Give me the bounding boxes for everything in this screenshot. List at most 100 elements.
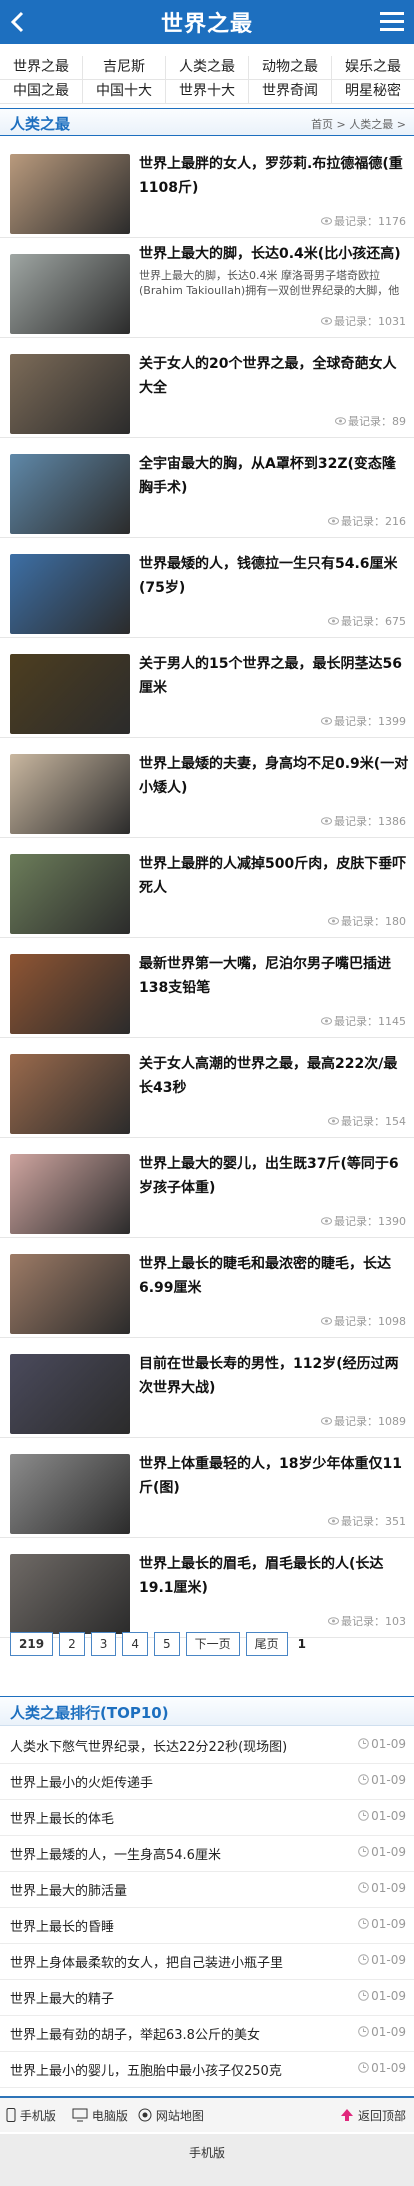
ranking-item-date: 01-09: [358, 2061, 406, 2075]
article-item[interactable]: 全宇宙最大的胸，从A罩杯到32Z(变态隆胸手术) 最记录：216: [0, 438, 414, 538]
ranking-item[interactable]: 世界上最有劲的胡子，举起63.8公斤的美女 01-09: [0, 2016, 414, 2052]
article-thumbnail[interactable]: [10, 1254, 130, 1334]
article-item[interactable]: 关于女人的20个世界之最，全球奇葩女人大全 最记录：89: [0, 338, 414, 438]
article-item[interactable]: 世界上体重最轻的人，18岁少年体重仅11斤(图) 最记录：351: [0, 1438, 414, 1538]
eye-icon: [321, 1017, 332, 1025]
ranking-item-title[interactable]: 世界上身体最柔软的女人，把自己装进小瓶子里: [10, 1952, 350, 1971]
article-item[interactable]: 世界上最大的婴儿，出生既37斤(等同于6岁孩子体重) 最记录：1390: [0, 1138, 414, 1238]
page-link[interactable]: 3: [90, 1632, 117, 1656]
article-title[interactable]: 世界上最矮的夫妻，身高均不足0.9米(一对小矮人): [139, 752, 409, 800]
ranking-item[interactable]: 人类水下憋气世界纪录，长达22分22秒(现场图) 01-09: [0, 1728, 414, 1764]
article-title[interactable]: 世界上体重最轻的人，18岁少年体重仅11斤(图): [139, 1452, 409, 1500]
last-page-link[interactable]: 尾页: [245, 1632, 288, 1656]
ranking-date-text: 01-09: [371, 1917, 406, 1931]
nav-link[interactable]: 中国之最: [0, 80, 83, 103]
bottom-mobile-label[interactable]: 手机版: [189, 2144, 225, 2161]
article-item[interactable]: 世界最矮的人，钱德拉一生只有54.6厘米(75岁) 最记录：675: [0, 538, 414, 638]
article-thumbnail[interactable]: [10, 854, 130, 934]
article-thumbnail[interactable]: [10, 954, 130, 1034]
nav-link[interactable]: 吉尼斯: [83, 56, 166, 79]
nav-link[interactable]: 人类之最: [166, 56, 249, 79]
article-thumbnail[interactable]: [10, 354, 130, 434]
article-thumbnail[interactable]: [10, 1354, 130, 1434]
article-item[interactable]: 世界上最矮的夫妻，身高均不足0.9米(一对小矮人) 最记录：1386: [0, 738, 414, 838]
ranking-item[interactable]: 世界上最长的昏睡 01-09: [0, 1908, 414, 1944]
article-item[interactable]: 世界上最胖的女人，罗莎莉.布拉德福德(重1108斤) 最记录：1176: [0, 138, 414, 238]
article-title[interactable]: 世界上最长的睫毛和最浓密的睫毛，长达6.99厘米: [139, 1252, 409, 1300]
ranking-item-title[interactable]: 世界上最大的精子: [10, 1988, 350, 2007]
article-item[interactable]: 世界上最胖的人减掉500斤肉，皮肤下垂吓死人 最记录：180: [0, 838, 414, 938]
nav-link[interactable]: 娱乐之最: [332, 56, 414, 79]
clock-icon: [358, 1774, 369, 1785]
article-item[interactable]: 世界上最长的眉毛，眉毛最长的人(长达19.1厘米) 最记录：103: [0, 1538, 414, 1638]
ranking-item[interactable]: 世界上最长的体毛 01-09: [0, 1800, 414, 1836]
ranking-item[interactable]: 世界上最矮的人，一生身高54.6厘米 01-09: [0, 1836, 414, 1872]
hamburger-menu-icon: [380, 12, 404, 15]
site-logo[interactable]: 世界之最: [0, 6, 414, 38]
ranking-item-title[interactable]: 世界上最矮的人，一生身高54.6厘米: [10, 1844, 350, 1863]
article-title[interactable]: 世界上最大的脚，长达0.4米(比小孩还高): [139, 242, 409, 266]
article-thumbnail[interactable]: [10, 254, 130, 334]
pc-version-link[interactable]: 电脑版: [72, 2107, 128, 2124]
mobile-version-link[interactable]: 手机版: [6, 2107, 56, 2124]
nav-link[interactable]: 中国十大: [83, 80, 166, 103]
sitemap-link[interactable]: 网站地图: [138, 2107, 204, 2124]
article-title[interactable]: 世界上最大的婴儿，出生既37斤(等同于6岁孩子体重): [139, 1152, 409, 1200]
top-bar: 世界之最: [0, 0, 414, 44]
article-title[interactable]: 全宇宙最大的胸，从A罩杯到32Z(变态隆胸手术): [139, 452, 409, 500]
ranking-item-title[interactable]: 世界上最大的肺活量: [10, 1880, 350, 1899]
article-title[interactable]: 目前在世最长寿的男性，112岁(经历过两次世界大战): [139, 1352, 409, 1400]
nav-link[interactable]: 世界之最: [0, 56, 83, 79]
article-title[interactable]: 世界上最胖的人减掉500斤肉，皮肤下垂吓死人: [139, 852, 409, 900]
ranking-item[interactable]: 世界上最小的婴儿，五胞胎中最小孩子仅250克 01-09: [0, 2052, 414, 2088]
nav-link[interactable]: 明星秘密: [332, 80, 414, 103]
nav-link[interactable]: 世界十大: [166, 80, 249, 103]
menu-button[interactable]: [380, 12, 404, 32]
ranking-date-text: 01-09: [371, 1989, 406, 2003]
nav-link[interactable]: 世界奇闻: [249, 80, 332, 103]
article-title[interactable]: 关于女人的20个世界之最，全球奇葩女人大全: [139, 352, 409, 400]
article-item[interactable]: 世界上最长的睫毛和最浓密的睫毛，长达6.99厘米 最记录：1098: [0, 1238, 414, 1338]
article-thumbnail[interactable]: [10, 1154, 130, 1234]
article-thumbnail[interactable]: [10, 1454, 130, 1534]
article-item[interactable]: 目前在世最长寿的男性，112岁(经历过两次世界大战) 最记录：1089: [0, 1338, 414, 1438]
nav-link[interactable]: 动物之最: [249, 56, 332, 79]
article-title[interactable]: 关于女人高潮的世界之最，最高222次/最长43秒: [139, 1052, 409, 1100]
ranking-item-title[interactable]: 世界上最有劲的胡子，举起63.8公斤的美女: [10, 2024, 350, 2043]
page-link[interactable]: 5: [153, 1632, 180, 1656]
article-title[interactable]: 世界上最长的眉毛，眉毛最长的人(长达19.1厘米): [139, 1552, 409, 1600]
article-item[interactable]: 最新世界第一大嘴，尼泊尔男子嘴巴插进138支铅笔 最记录：1145: [0, 938, 414, 1038]
article-title[interactable]: 世界最矮的人，钱德拉一生只有54.6厘米(75岁): [139, 552, 409, 600]
article-item[interactable]: 世界上最大的脚，长达0.4米(比小孩还高) 世界上最大的脚，长达0.4米 摩洛哥男…: [0, 238, 414, 338]
ranking-item[interactable]: 世界上最大的精子 01-09: [0, 1980, 414, 2016]
ranking-item-title[interactable]: 世界上最长的昏睡: [10, 1916, 350, 1935]
ranking-item-title[interactable]: 世界上最小的火炬传递手: [10, 1772, 350, 1791]
next-page-link[interactable]: 下一页: [185, 1632, 240, 1656]
article-title[interactable]: 关于男人的15个世界之最，最长阴茎达56厘米: [139, 652, 409, 700]
page-link[interactable]: 2: [59, 1632, 85, 1656]
article-thumbnail[interactable]: [10, 1554, 130, 1634]
eye-icon: [328, 917, 339, 925]
article-thumbnail[interactable]: [10, 554, 130, 634]
ranking-item[interactable]: 世界上身体最柔软的女人，把自己装进小瓶子里 01-09: [0, 1944, 414, 1980]
ranking-item[interactable]: 世界上最小的火炬传递手 01-09: [0, 1764, 414, 1800]
article-thumbnail[interactable]: [10, 1054, 130, 1134]
ranking-item-title[interactable]: 世界上最长的体毛: [10, 1808, 350, 1827]
ranking-item-title[interactable]: 世界上最小的婴儿，五胞胎中最小孩子仅250克: [10, 2060, 350, 2079]
article-meta-text: 最记录：1399: [334, 715, 406, 728]
back-to-top-link[interactable]: 返回顶部: [340, 2107, 406, 2124]
article-thumbnail[interactable]: [10, 454, 130, 534]
article-thumbnail[interactable]: [10, 654, 130, 734]
current-page: 1: [297, 1637, 307, 1651]
article-title[interactable]: 最新世界第一大嘴，尼泊尔男子嘴巴插进138支铅笔: [139, 952, 409, 1000]
article-thumbnail[interactable]: [10, 154, 130, 234]
ranking-item-title[interactable]: 人类水下憋气世界纪录，长达22分22秒(现场图): [10, 1736, 350, 1755]
page-link[interactable]: 219: [10, 1632, 54, 1656]
breadcrumb[interactable]: 首页 > 人类之最 >: [311, 116, 406, 132]
ranking-item[interactable]: 世界上最大的肺活量 01-09: [0, 1872, 414, 1908]
article-item[interactable]: 关于女人高潮的世界之最，最高222次/最长43秒 最记录：154: [0, 1038, 414, 1138]
article-thumbnail[interactable]: [10, 754, 130, 834]
article-item[interactable]: 关于男人的15个世界之最，最长阴茎达56厘米最记录：1399: [0, 638, 414, 738]
page-link[interactable]: 4: [122, 1632, 148, 1656]
article-title[interactable]: 世界上最胖的女人，罗莎莉.布拉德福德(重1108斤): [139, 152, 409, 200]
